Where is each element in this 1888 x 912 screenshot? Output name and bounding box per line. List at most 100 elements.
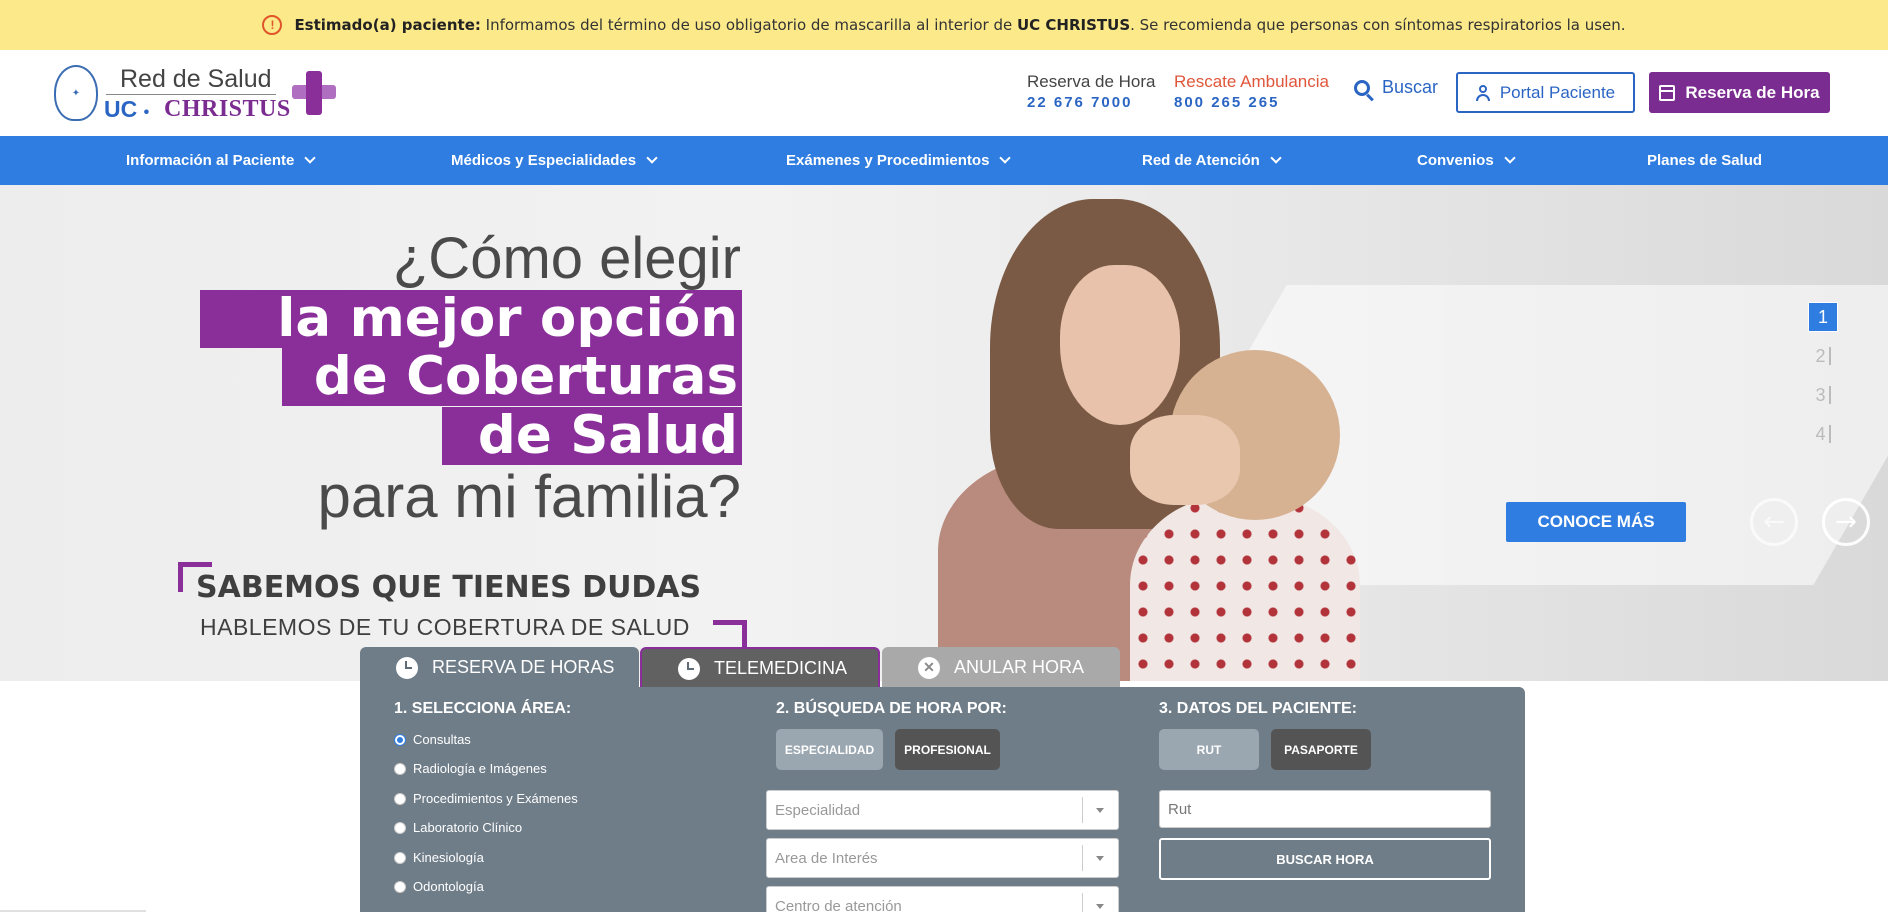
nav-label: Información al Paciente xyxy=(126,152,295,169)
hero-line4: de Salud xyxy=(442,407,742,465)
nav-item-informacion[interactable]: Información al Paciente xyxy=(126,136,317,185)
rut-input[interactable]: Rut xyxy=(1159,790,1491,828)
page: ! Estimado(a) paciente: Informamos del t… xyxy=(0,0,1888,912)
radio-icon[interactable] xyxy=(394,762,406,775)
logo-uc: UC • xyxy=(104,96,150,122)
caret-down-icon xyxy=(1096,904,1104,909)
hero-sub1: SABEMOS QUE TIENES DUDAS xyxy=(196,570,702,605)
nav-item-planes[interactable]: Planes de Salud xyxy=(1647,136,1762,185)
bracket-decoration xyxy=(713,620,747,650)
hero-line1: ¿Cómo elegir xyxy=(392,226,741,291)
nav-item-red[interactable]: Red de Atención xyxy=(1142,136,1282,185)
clock-icon xyxy=(396,656,418,679)
slide-1-button[interactable]: 1 xyxy=(1808,302,1838,332)
search-link[interactable]: Buscar xyxy=(1354,77,1438,98)
arrow-right-icon[interactable]: → xyxy=(1822,498,1870,546)
slide-3-button[interactable]: 3 xyxy=(1808,380,1838,410)
rut-toggle[interactable]: RUT xyxy=(1159,729,1259,770)
portal-label: Portal Paciente xyxy=(1499,82,1616,102)
chevron-down-icon xyxy=(999,152,1012,164)
alert-text-before: Informamos del término de uso obligatori… xyxy=(480,16,1017,34)
tab-anular-hora[interactable]: ✕ ANULAR HORA xyxy=(882,647,1120,688)
nav-label: Convenios xyxy=(1417,152,1494,169)
reserva-button-label: Reserva de Hora xyxy=(1685,82,1820,102)
area-option-kinesiologia[interactable]: Kinesiología xyxy=(394,850,484,865)
booking-panel: 1. SELECCIONA ÁREA: Consultas Radiología… xyxy=(360,687,1525,912)
nav-label: Planes de Salud xyxy=(1647,152,1763,169)
tab-telemedicina[interactable]: TELEMEDICINA xyxy=(640,647,880,688)
ambulancia-phone[interactable]: 800 265 265 xyxy=(1174,94,1329,111)
alert-bar: ! Estimado(a) paciente: Informamos del t… xyxy=(0,0,1888,50)
caret-down-icon xyxy=(1096,808,1104,813)
chevron-down-icon xyxy=(1504,152,1516,164)
reserva-label: Reserva de Hora xyxy=(1027,72,1156,91)
hero-line3: de Coberturas xyxy=(282,348,742,406)
alert-strong: UC CHRISTUS xyxy=(1017,16,1131,34)
area-interes-select[interactable]: Area de Interés xyxy=(766,838,1119,878)
reserva-hora-button[interactable]: Reserva de Hora xyxy=(1649,72,1830,113)
logo-line1: Red de Salud xyxy=(120,65,272,93)
hero-banner: ¿Cómo elegir la mejor opción de Cobertur… xyxy=(0,185,1888,681)
logo-rule xyxy=(106,94,276,95)
search-label: Buscar xyxy=(1382,77,1439,97)
hero-line2: la mejor opción xyxy=(200,290,742,348)
nav-item-convenios[interactable]: Convenios xyxy=(1417,136,1516,185)
centro-atencion-select[interactable]: Centro de atención xyxy=(766,886,1119,912)
especialidad-toggle[interactable]: ESPECIALIDAD xyxy=(776,729,883,770)
hero-line5: para mi familia? xyxy=(317,463,742,530)
slide-2-button[interactable]: 2 xyxy=(1808,341,1838,371)
mother-baby-photo xyxy=(930,185,1490,681)
nav-label: Exámenes y Procedimientos xyxy=(786,152,990,169)
main-nav: Información al Paciente Médicos y Especi… xyxy=(0,136,1888,185)
radio-icon[interactable] xyxy=(394,880,406,893)
hero-sub2: HABLEMOS DE TU COBERTURA DE SALUD xyxy=(200,614,690,640)
nav-item-examenes[interactable]: Exámenes y Procedimientos xyxy=(786,136,1012,185)
slide-4-button[interactable]: 4 xyxy=(1808,419,1838,449)
arrow-left-icon[interactable]: ← xyxy=(1750,498,1798,546)
ambulancia-contact[interactable]: Rescate Ambulancia 800 265 265 xyxy=(1174,72,1329,111)
step2-title: 2. BÚSQUEDA DE HORA POR: xyxy=(776,700,1007,717)
radio-icon[interactable] xyxy=(394,821,406,834)
christus-cross-icon xyxy=(288,69,342,119)
logo-christus: CHRISTUS xyxy=(164,96,291,122)
area-option-odontologia[interactable]: Odontología xyxy=(394,879,484,894)
ambulancia-label: Rescate Ambulancia xyxy=(1174,72,1329,91)
area-option-procedimientos[interactable]: Procedimientos y Exámenes xyxy=(394,791,578,806)
tab-label: RESERVA DE HORAS xyxy=(432,657,615,677)
chevron-down-icon xyxy=(304,152,317,164)
calendar-search-icon xyxy=(1659,84,1676,101)
nav-item-medicos[interactable]: Médicos y Especialidades xyxy=(451,136,658,185)
conoce-mas-button[interactable]: CONOCE MÁS xyxy=(1506,502,1686,542)
header: ✦ Red de Salud UC • CHRISTUS Reserva de … xyxy=(0,50,1888,136)
reserva-contact[interactable]: Reserva de Hora 22 676 7000 xyxy=(1027,72,1156,111)
buscar-hora-button[interactable]: BUSCAR HORA xyxy=(1159,838,1491,880)
logo[interactable]: ✦ Red de Salud UC • CHRISTUS xyxy=(54,63,344,125)
clock-icon xyxy=(678,657,700,680)
pasaporte-toggle[interactable]: PASAPORTE xyxy=(1271,729,1371,770)
university-seal-icon: ✦ xyxy=(54,65,98,121)
radio-icon[interactable] xyxy=(394,733,406,746)
step3-title: 3. DATOS DEL PACIENTE: xyxy=(1159,700,1357,717)
tab-label: TELEMEDICINA xyxy=(714,658,848,678)
caret-down-icon xyxy=(1096,856,1104,861)
portal-paciente-button[interactable]: Portal Paciente xyxy=(1456,72,1635,113)
user-icon xyxy=(1475,84,1490,101)
area-option-laboratorio[interactable]: Laboratorio Clínico xyxy=(394,820,522,835)
profesional-toggle[interactable]: PROFESIONAL xyxy=(895,729,1000,770)
nav-label: Red de Atención xyxy=(1142,152,1260,169)
reserva-phone[interactable]: 22 676 7000 xyxy=(1027,94,1156,111)
step1-title: 1. SELECCIONA ÁREA: xyxy=(394,700,572,717)
alert-text-after: . Se recomienda que personas con síntoma… xyxy=(1130,16,1626,34)
radio-icon[interactable] xyxy=(394,851,406,864)
alert-lead: Estimado(a) paciente: xyxy=(294,16,481,34)
tab-reserva-horas[interactable]: RESERVA DE HORAS xyxy=(360,647,639,688)
area-option-consultas[interactable]: Consultas xyxy=(394,732,471,747)
search-icon xyxy=(1354,79,1370,96)
close-circle-icon: ✕ xyxy=(918,656,940,679)
especialidad-select[interactable]: Especialidad xyxy=(766,790,1119,830)
area-option-radiologia[interactable]: Radiología e Imágenes xyxy=(394,761,547,776)
radio-icon[interactable] xyxy=(394,792,406,805)
chevron-down-icon xyxy=(1270,152,1282,164)
nav-label: Médicos y Especialidades xyxy=(451,152,637,169)
tab-label: ANULAR HORA xyxy=(954,657,1085,677)
